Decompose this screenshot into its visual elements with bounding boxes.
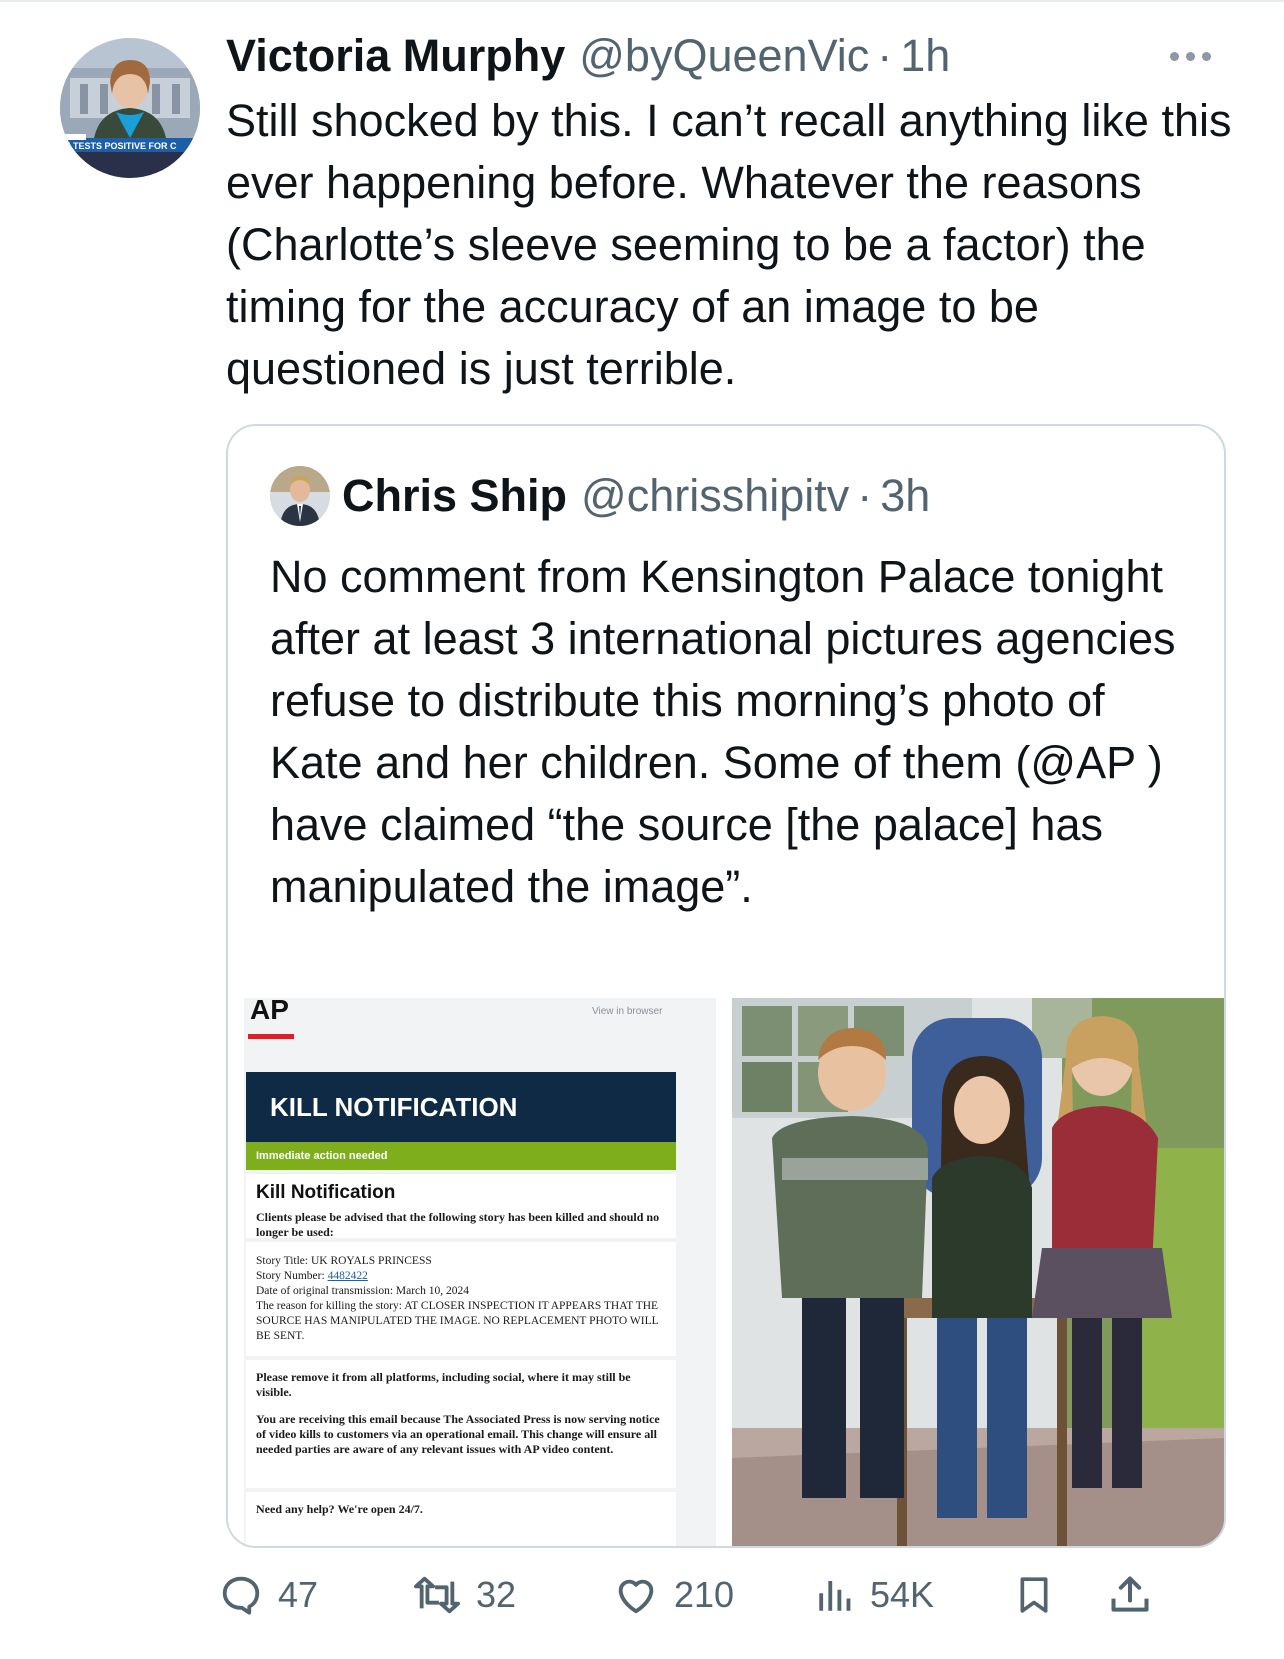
quote-text: No comment from Kensington Palace tonigh… [270,551,1176,912]
kill-notification-banner: KILL NOTIFICATION [246,1072,676,1142]
family-photo-illustration [732,998,1224,1546]
tweet-time[interactable]: 1h [900,30,950,82]
immediate-action-bar: Immediate action needed [246,1142,676,1170]
quote-author-handle[interactable]: @chrisshipitv [581,470,849,522]
avatar-image: N TESTS POSITIVE FOR C [60,38,200,178]
story-number-link: 4482422 [327,1270,368,1282]
tweet-actions: 47 32 210 54K [0,1560,1284,1630]
retweet-button[interactable]: 32 [412,1560,516,1630]
more-options-icon[interactable] [1170,38,1226,74]
kill-reason: The reason for killing the story: AT CLO… [256,1300,659,1342]
quote-header: Chris Ship @chrisshipitv · 3h [270,466,930,526]
tweet-text: Still shocked by this. I can’t recall an… [226,95,1232,394]
tweet-header: Victoria Murphy @byQueenVic · 1h [226,30,950,90]
reply-icon [222,1576,260,1615]
quote-author-name[interactable]: Chris Ship [342,470,567,522]
help-section: Need any help? We're open 24/7. [246,1492,676,1546]
story-number-label: Story Number: [256,1270,328,1282]
story-title: Story Title: UK ROYALS PRINCESS [256,1255,432,1267]
like-button[interactable]: 210 [612,1560,734,1630]
kill-notification-title: Kill Notification [256,1182,396,1203]
story-details: Story Title: UK ROYALS PRINCESS Story Nu… [246,1242,676,1356]
story-number-line: Story Number: 4482422 [256,1269,666,1284]
remove-note: Please remove it from all platforms, inc… [256,1370,631,1399]
views-icon [819,1581,851,1611]
heart-icon [618,1579,654,1614]
quoted-tweet[interactable]: Chris Ship @chrisshipitv · 3h No comment… [226,424,1226,1548]
bookmark-icon [1020,1577,1048,1613]
author-avatar[interactable]: N TESTS POSITIVE FOR C [60,38,200,178]
quote-media[interactable]: AP View in browser KILL NOTIFICATION Imm… [228,998,1224,1546]
reply-count: 47 [278,1574,319,1615]
quote-separator-dot: · [857,470,873,521]
author-name[interactable]: Victoria Murphy [226,30,565,82]
reply-button[interactable]: 47 [218,1560,318,1630]
family-photo[interactable] [732,998,1224,1546]
view-in-browser-link: View in browser [592,1006,663,1017]
separator-dot: · [877,30,893,81]
like-count: 210 [674,1574,735,1615]
quote-time[interactable]: 3h [880,470,930,522]
author-handle[interactable]: @byQueenVic [579,30,869,82]
share-button[interactable] [1108,1560,1152,1630]
share-icon [1111,1576,1149,1612]
ap-logo-underline [248,1034,294,1039]
quote-author-avatar[interactable] [270,466,330,526]
removal-notes: Please remove it from all platforms, inc… [246,1360,676,1488]
kill-notification-intro: Kill Notification Clients please be advi… [246,1174,676,1239]
retweet-icon [413,1576,460,1614]
retweet-count: 32 [476,1574,517,1615]
ap-logo: AP [250,998,289,1025]
kill-intro-text: Clients please be advised that the follo… [256,1210,660,1239]
receiving-note: You are receiving this email because The… [256,1412,660,1456]
transmission-date: Date of original transmission: March 10,… [256,1285,470,1297]
views-button[interactable]: 54K [814,1560,934,1630]
help-text: Need any help? We're open 24/7. [256,1502,423,1516]
quote-avatar-image [270,466,330,526]
top-divider [0,0,1284,2]
views-count: 54K [870,1574,935,1615]
ap-kill-notice-image[interactable]: AP View in browser KILL NOTIFICATION Imm… [244,998,716,1546]
bookmark-button[interactable] [1014,1560,1054,1630]
avatar-caption: N TESTS POSITIVE FOR C [64,141,177,151]
